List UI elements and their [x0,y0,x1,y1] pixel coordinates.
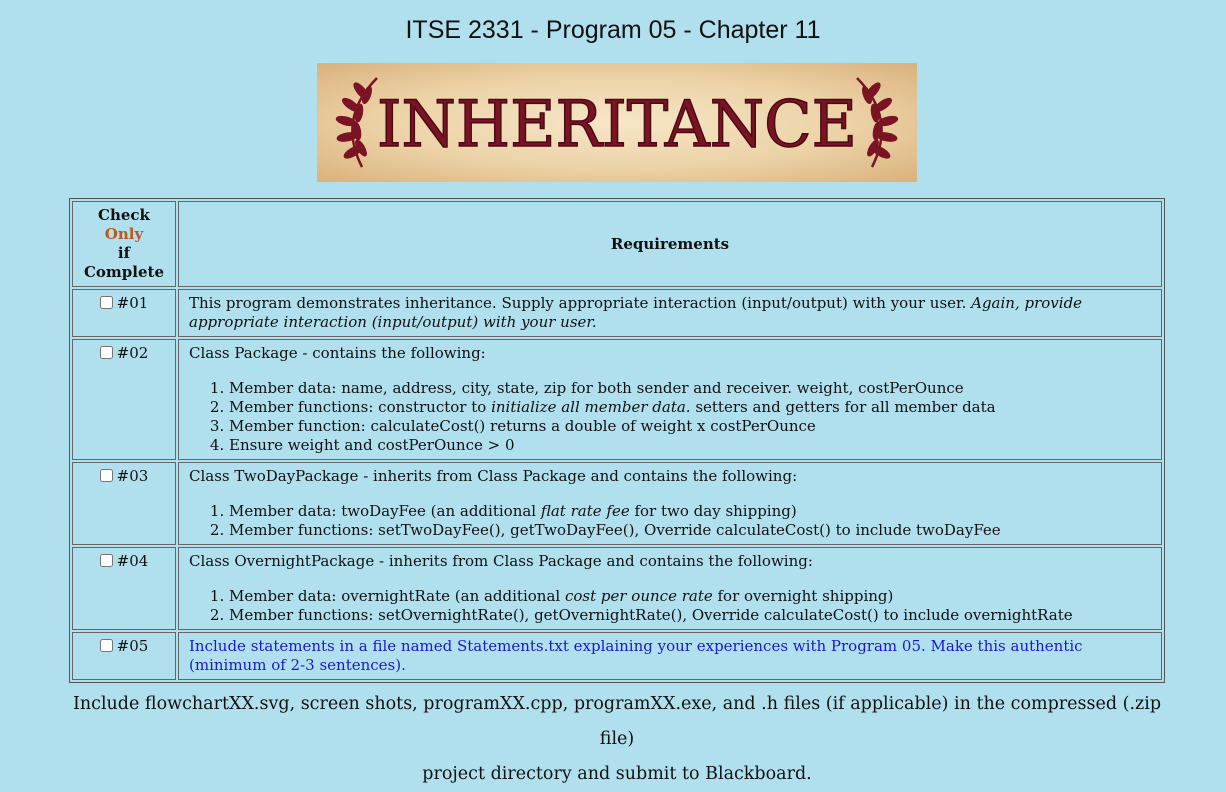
requirements-column-header: Requirements [178,201,1162,287]
complete-checkbox-03[interactable] [99,469,113,482]
table-row: #02 Class Package - contains the followi… [72,339,1162,460]
inheritance-banner: INHERITANCE [317,63,917,182]
complete-checkbox-02[interactable] [99,346,113,359]
requirement-text: This program demonstrates inheritance. S… [189,294,967,312]
requirement-number: #02 [116,344,149,362]
table-row: #05 Include statements in a file named S… [72,632,1162,680]
check-cell: #04 [72,547,176,630]
requirement-cell: Class OvernightPackage - inherits from C… [178,547,1162,630]
laurel-right-icon [856,77,899,168]
list-item: Member function: calculateCost() returns… [229,417,1151,436]
laurel-left-icon [335,77,378,168]
only-label: Only [104,225,144,243]
check-cell: #03 [72,462,176,545]
complete-checkbox-01[interactable] [99,296,113,309]
requirement-intro: Class Package - contains the following: [189,344,486,362]
check-cell: #02 [72,339,176,460]
check-cell: #01 [72,289,176,337]
banner-text: INHERITANCE [377,88,857,162]
requirement-list: Member data: overnightRate (an additiona… [189,587,1151,625]
complete-checkbox-05[interactable] [99,639,113,652]
requirement-number: #01 [116,294,149,312]
page-title: ITSE 2331 - Program 05 - Chapter 11 [405,16,821,44]
requirement-list: Member data: name, address, city, state,… [189,379,1151,455]
check-column-header: Check Only if Complete [72,201,176,287]
requirement-number: #04 [116,552,149,570]
list-item: Member functions: constructor to initial… [229,398,1151,417]
requirement-list: Member data: twoDayFee (an additional fl… [189,502,1151,540]
requirement-intro: Class OvernightPackage - inherits from C… [189,552,813,570]
table-header-row: Check Only if Complete Requirements [72,201,1162,287]
submission-instructions: Include flowchartXX.svg, screen shots, p… [69,687,1165,792]
check-label: Check [98,206,150,224]
complete-checkbox-04[interactable] [99,554,113,567]
list-item: Member functions: setTwoDayFee(), getTwo… [229,521,1151,540]
list-item: Ensure weight and costPerOunce > 0 [229,436,1151,455]
requirement-intro: Class TwoDayPackage - inherits from Clas… [189,467,798,485]
table-row: #03 Class TwoDayPackage - inherits from … [72,462,1162,545]
requirement-cell: Class Package - contains the following: … [178,339,1162,460]
requirement-cell: Include statements in a file named State… [178,632,1162,680]
list-item: Member functions: setOvernightRate(), ge… [229,606,1151,625]
footer-line-2: project directory and submit to Blackboa… [422,764,812,784]
requirements-table: Check Only if Complete Requirements #01 … [69,198,1165,683]
if-complete-label: if Complete [83,244,165,281]
check-cell: #05 [72,632,176,680]
list-item: Member data: twoDayFee (an additional fl… [229,502,1151,521]
list-item: Member data: name, address, city, state,… [229,379,1151,398]
table-row: #04 Class OvernightPackage - inherits fr… [72,547,1162,630]
list-item: Member data: overnightRate (an additiona… [229,587,1151,606]
table-row: #01 This program demonstrates inheritanc… [72,289,1162,337]
footer-line-1: Include flowchartXX.svg, screen shots, p… [72,694,1162,749]
requirement-cell: Class TwoDayPackage - inherits from Clas… [178,462,1162,545]
requirement-cell: This program demonstrates inheritance. S… [178,289,1162,337]
requirement-number: #05 [116,637,149,655]
requirement-number: #03 [116,467,149,485]
